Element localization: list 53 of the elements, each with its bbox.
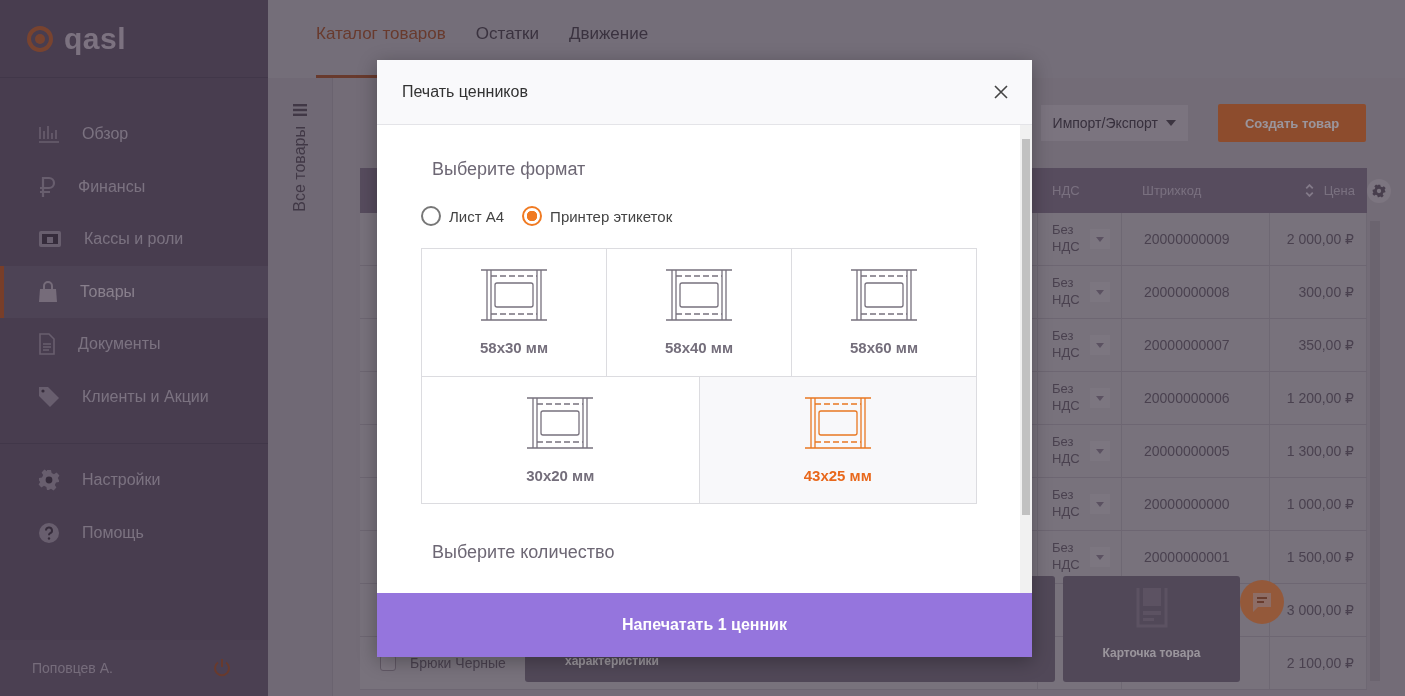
- caret-icon: [1096, 236, 1104, 242]
- caret-icon: [1096, 554, 1104, 560]
- settings-icon: [38, 469, 60, 492]
- caret-icon: [1096, 289, 1104, 295]
- create-product-button[interactable]: Создать товар: [1218, 104, 1366, 142]
- vat-dropdown[interactable]: [1090, 229, 1110, 249]
- dialog-title: Печать ценников: [402, 83, 528, 101]
- power-icon[interactable]: [212, 658, 232, 678]
- close-icon[interactable]: [994, 85, 1008, 99]
- print-button[interactable]: Напечатать 1 ценник: [377, 593, 1032, 657]
- radio-button[interactable]: [522, 206, 543, 226]
- menu-icon[interactable]: [293, 104, 307, 116]
- nav-item[interactable]: Товары: [0, 265, 268, 318]
- scroll-thumb[interactable]: [1022, 139, 1030, 515]
- scrollbar[interactable]: [1020, 125, 1032, 593]
- vat-dropdown[interactable]: [1090, 282, 1110, 302]
- label-roll-icon: [850, 269, 918, 321]
- product-card-popup[interactable]: Карточка товара: [1063, 576, 1240, 682]
- caret-icon: [1166, 120, 1176, 126]
- chart-icon: [38, 125, 60, 144]
- import-export-button[interactable]: Импорт/Экспорт: [1040, 105, 1188, 141]
- label-roll-icon: [803, 396, 872, 449]
- logo-icon: [26, 24, 54, 53]
- shopping-bag-icon: [38, 280, 58, 303]
- vat-dropdown[interactable]: [1090, 547, 1110, 567]
- action-label: характеристики: [565, 654, 659, 668]
- caret-icon: [1096, 395, 1104, 401]
- label-roll-icon: [526, 396, 595, 449]
- sort-icon: [1304, 184, 1314, 197]
- column-settings-button[interactable]: [1367, 179, 1391, 203]
- document-icon: [38, 333, 56, 356]
- radio-option[interactable]: Принтер этикеток: [522, 206, 673, 226]
- vat-dropdown[interactable]: [1090, 441, 1110, 461]
- vat-dropdown[interactable]: [1090, 388, 1110, 408]
- section-heading: Выберите количество: [431, 542, 616, 563]
- caret-icon: [1096, 501, 1104, 507]
- register-icon: [38, 230, 62, 249]
- ruble-icon: [38, 175, 56, 198]
- help-icon: [38, 521, 60, 544]
- vat-dropdown[interactable]: [1090, 335, 1110, 355]
- radio-option[interactable]: Лист А4: [421, 206, 505, 226]
- settings-icon: [1372, 184, 1386, 198]
- message-icon: [1251, 591, 1273, 613]
- label-roll-icon: [665, 269, 733, 321]
- vat-dropdown[interactable]: [1090, 494, 1110, 514]
- format-option[interactable]: 43x25 мм: [698, 377, 976, 503]
- label-roll-icon: [480, 269, 548, 321]
- action-label: Карточка товара: [1102, 646, 1201, 660]
- tag-icon: [38, 385, 60, 408]
- caret-icon: [1096, 342, 1104, 348]
- section-heading: Выберите формат: [431, 159, 587, 180]
- radio-button[interactable]: [421, 206, 441, 226]
- caret-icon: [1096, 448, 1104, 454]
